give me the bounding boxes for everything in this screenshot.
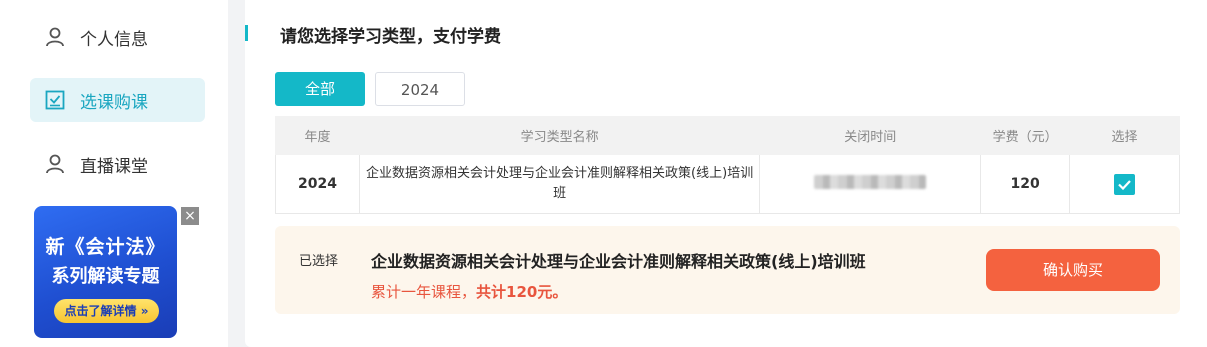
table-row[interactable]: 2024 企业数据资源相关会计处理与企业会计准则解释相关政策(线上)培训班 12… — [275, 154, 1180, 214]
user-icon — [44, 26, 66, 48]
header-close-time: 关闭时间 — [759, 116, 982, 155]
course-table: 年度 学习类型名称 关闭时间 学费（元） 选择 2024 企业数据资源相关会计处… — [275, 116, 1180, 214]
header-year: 年度 — [275, 116, 360, 155]
total-prefix: 累计一年课程， — [371, 283, 477, 301]
selection-summary: 已选择 企业数据资源相关会计处理与企业会计准则解释相关政策(线上)培训班 累计一… — [275, 226, 1180, 314]
header-select: 选择 — [1069, 116, 1180, 155]
select-checkbox[interactable] — [1114, 173, 1136, 195]
header-course-name: 学习类型名称 — [358, 116, 761, 155]
sidebar-item-label: 选课购课 — [80, 92, 148, 113]
selected-label: 已选择 — [299, 254, 339, 269]
close-icon[interactable]: × — [181, 207, 199, 225]
sidebar: 个人信息 选课购课 直播课堂 新《会计法》 系列解读专题 点击了解详情 » × — [0, 0, 228, 347]
cell-fee: 120 — [980, 154, 1071, 214]
cell-select[interactable] — [1069, 154, 1180, 214]
tab-2024[interactable]: 2024 — [375, 72, 465, 106]
selected-course-name: 企业数据资源相关会计处理与企业会计准则解释相关政策(线上)培训班 — [371, 252, 866, 271]
ad-details-button[interactable]: 点击了解详情 » — [54, 299, 159, 323]
sidebar-item-personal-info[interactable]: 个人信息 — [30, 15, 205, 59]
sidebar-item-course-selection[interactable]: 选课购课 — [30, 78, 205, 122]
cell-year: 2024 — [275, 154, 360, 214]
sidebar-item-label: 个人信息 — [80, 29, 148, 50]
cell-course-name: 企业数据资源相关会计处理与企业会计准则解释相关政策(线上)培训班 — [358, 154, 761, 214]
checklist-icon — [44, 89, 66, 111]
total-amount: 共计120元。 — [476, 283, 568, 301]
header-fee: 学费（元） — [980, 116, 1071, 155]
page-title: 请您选择学习类型，支付学费 — [280, 27, 501, 47]
tab-all[interactable]: 全部 — [275, 72, 365, 106]
checkmark-icon — [1118, 179, 1131, 190]
table-header-row: 年度 学习类型名称 关闭时间 学费（元） 选择 — [275, 116, 1180, 155]
cell-close-time — [759, 154, 982, 214]
ad-subtitle: 系列解读专题 — [51, 266, 160, 287]
main-panel: 请您选择学习类型，支付学费 全部 2024 年度 学习类型名称 关闭时间 学费（… — [245, 0, 1207, 347]
redacted-close-time — [814, 175, 927, 189]
ad-title: 新《会计法》 — [45, 236, 166, 258]
sidebar-item-label: 直播课堂 — [80, 156, 148, 177]
confirm-purchase-button[interactable]: 确认购买 — [986, 249, 1160, 291]
user-icon — [44, 153, 66, 175]
sidebar-item-live-class[interactable]: 直播课堂 — [30, 142, 205, 186]
selected-total: 累计一年课程，共计120元。 — [371, 281, 567, 302]
ad-banner[interactable]: 新《会计法》 系列解读专题 点击了解详情 » — [34, 206, 177, 338]
title-accent-bar — [245, 25, 248, 41]
